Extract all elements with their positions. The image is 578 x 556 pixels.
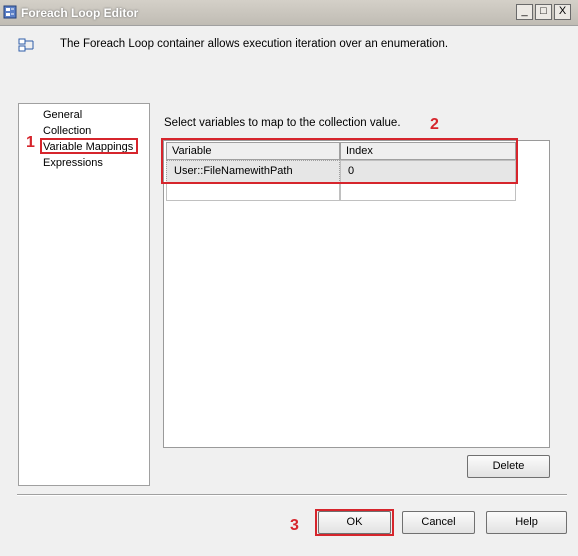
delete-button[interactable]: Delete xyxy=(467,455,550,478)
cancel-button[interactable]: Cancel xyxy=(402,511,475,534)
step-marker-2: 2 xyxy=(430,116,439,133)
nav-item-collection[interactable]: Collection xyxy=(43,125,91,137)
variable-mapping-grid[interactable]: Variable Index User::FileNamewithPath 0 xyxy=(163,140,550,448)
nav-item-expressions[interactable]: Expressions xyxy=(43,157,103,169)
instruction-text: Select variables to map to the collectio… xyxy=(164,117,401,129)
highlight-mapping-grid xyxy=(161,138,518,184)
foreach-container-icon xyxy=(18,38,34,52)
nav-panel: General Collection Variable Mappings Exp… xyxy=(18,103,150,486)
new-row-variable-cell[interactable] xyxy=(166,183,340,201)
window-title: Foreach Loop Editor xyxy=(21,6,139,20)
minimize-button[interactable]: _ xyxy=(516,4,533,20)
title-bar[interactable]: Foreach Loop Editor _ □ X xyxy=(0,0,578,26)
highlight-ok-button xyxy=(315,509,394,536)
separator xyxy=(17,494,567,496)
help-button[interactable]: Help xyxy=(486,511,567,534)
new-row-index-cell[interactable] xyxy=(340,183,516,201)
highlight-variable-mappings xyxy=(40,138,138,154)
foreach-loop-icon xyxy=(3,5,17,19)
close-button[interactable]: X xyxy=(554,4,571,20)
step-marker-3: 3 xyxy=(290,517,299,534)
step-marker-1: 1 xyxy=(26,134,35,151)
header-description: The Foreach Loop container allows execut… xyxy=(60,38,449,50)
maximize-button[interactable]: □ xyxy=(535,4,552,20)
nav-item-general[interactable]: General xyxy=(43,109,82,121)
